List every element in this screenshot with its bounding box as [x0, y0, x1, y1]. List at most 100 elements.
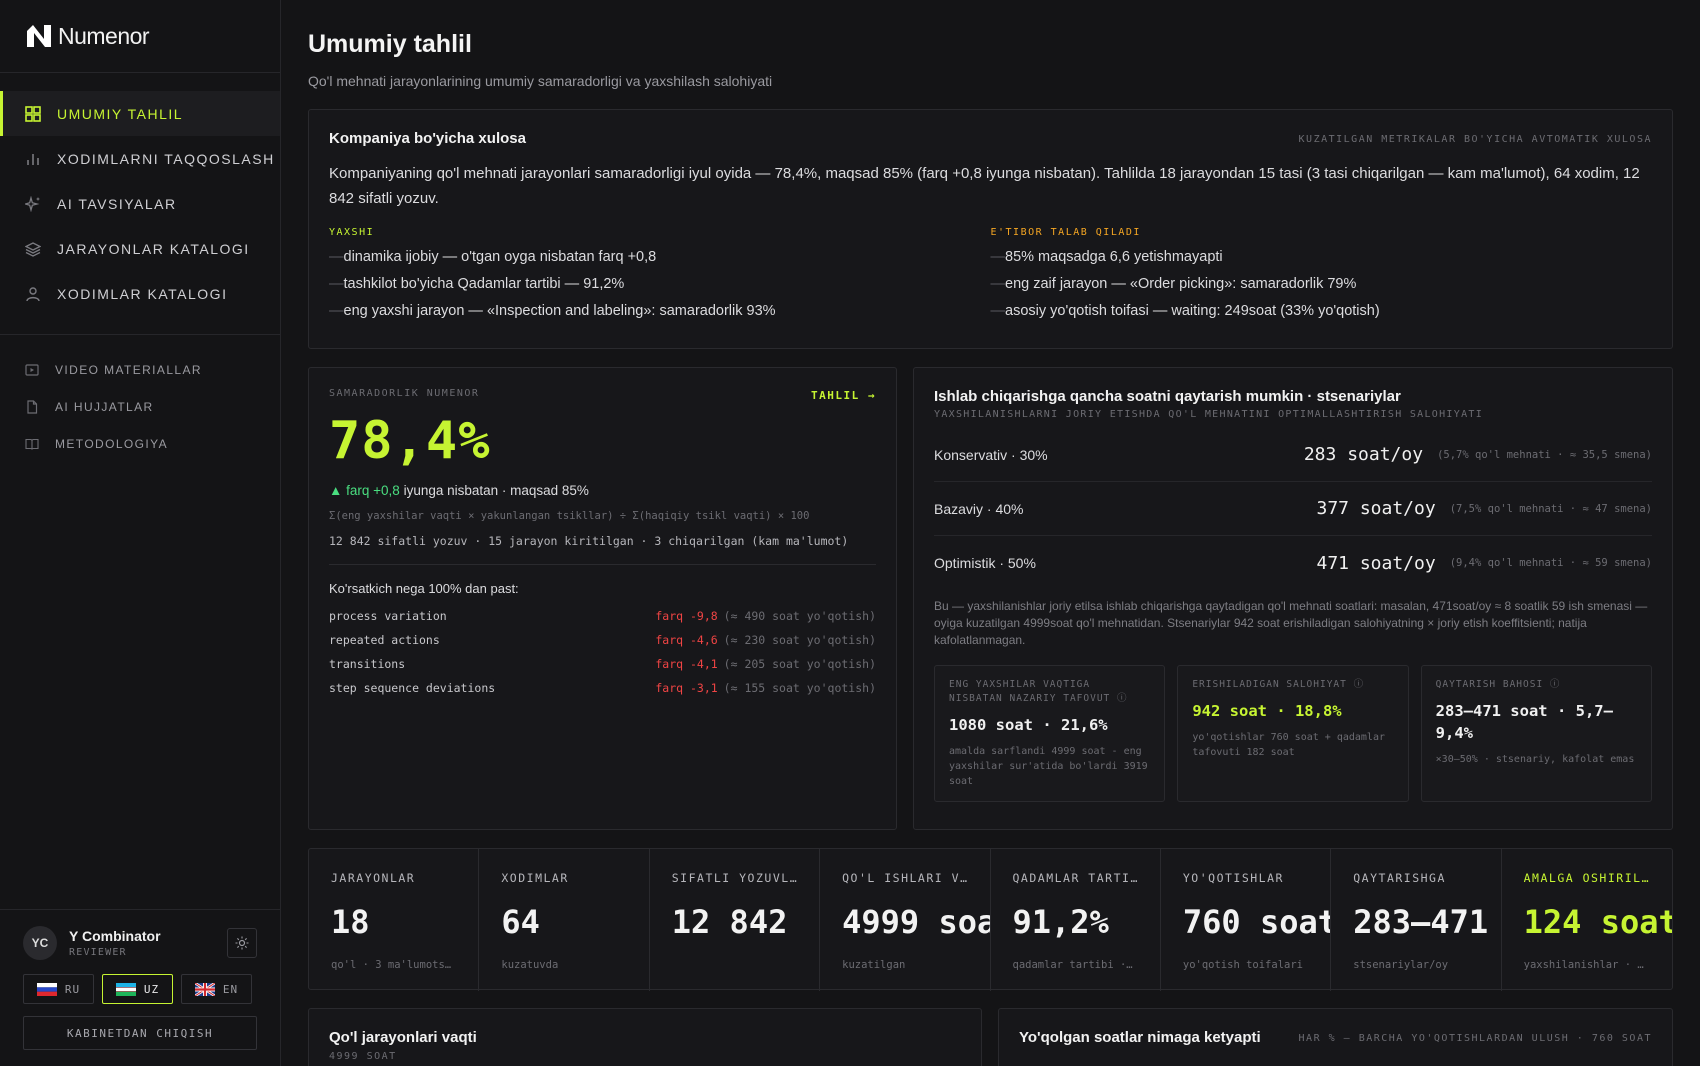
efficiency-meta: 12 842 sifatli yozuv · 15 jarayon kiriti… — [329, 534, 876, 565]
delta-text: iyunga nisbatan · maqsad 85% — [399, 483, 589, 498]
grid-icon — [25, 105, 41, 122]
scenarios-description: Bu — yaxshilanishlar joriy etilsa ishlab… — [934, 599, 1648, 647]
scenarios-card: Ishlab chiqarishga qancha soatni qaytari… — [913, 367, 1673, 830]
why-title: Ko'rsatkich nega 100% dan past: — [329, 581, 519, 596]
summary-columns: YAXSHI —dinamika ijobiy — o'tgan oyga ni… — [329, 227, 1652, 325]
loss-row: transitions farq -4,1 (≈ 205 soat yo'qot… — [329, 657, 876, 671]
good-item: —eng yaxshi jarayon — «Inspection and la… — [329, 303, 776, 319]
achievable-potential-card: ERISHILADIGAN SALOHIYAT ⓘ 942 soat · 18,… — [1177, 665, 1409, 802]
analysis-link[interactable]: TAHLIL → — [811, 389, 876, 402]
document-icon — [27, 399, 38, 414]
lost-hours-tag: HAR % — BARCHA YO'QOTISHLARDAN ULUSH · 7… — [1298, 1033, 1652, 1044]
language-switcher: RU UZ EN — [23, 974, 257, 1004]
nav-item-label: UMUMIY TAHLIL — [57, 105, 184, 122]
lang-label: RU — [64, 982, 81, 996]
sidebar-footer: YC Y Combinator REVIEWER RU UZ EN KABINE… — [0, 909, 280, 1066]
nav-item-metodologiya[interactable]: METODOLOGIYA — [0, 425, 280, 462]
nav-item-jarayonlar-katalogi[interactable]: JARAYONLAR KATALOGI — [0, 226, 280, 271]
secondary-nav: VIDEO MATERIALLAR AI HUJJATLAR METODOLOG… — [0, 335, 280, 462]
bottom-row: Qo'l jarayonlari vaqti 4999 SOAT Yo'qolg… — [308, 1008, 1673, 1066]
scenarios-title: Ishlab chiqarishga qancha soatni qaytari… — [934, 388, 1401, 405]
uk-flag-icon — [194, 982, 215, 996]
manual-process-time-card: Qo'l jarayonlari vaqti 4999 SOAT — [308, 1008, 982, 1066]
nav-item-label: AI TAVSIYALAR — [57, 195, 177, 212]
scenario-row: Optimistik · 50% 471 soat/oy (9,4% qo'l … — [934, 552, 1652, 574]
brand-name: Numenor — [58, 22, 150, 49]
scenario-row: Konservativ · 30% 283 soat/oy (5,7% qo'l… — [934, 428, 1652, 482]
nav-item-xodimlar-katalogi[interactable]: XODIMLAR KATALOGI — [0, 271, 280, 316]
uzbekistan-flag-icon — [115, 982, 136, 996]
nav-item-ai-hujjatlar[interactable]: AI HUJJATLAR — [0, 388, 280, 425]
nav-item-label: XODIMLARNI TAQQOSLASH — [57, 150, 275, 167]
user-role: REVIEWER — [69, 947, 127, 958]
user-name: Y Combinator — [69, 928, 161, 944]
nav-item-umumiy-tahlil[interactable]: UMUMIY TAHLIL — [0, 91, 280, 136]
kpi-losses[interactable]: YO'QOTISHLAR 760 soat yo'qotish toifalar… — [1161, 849, 1332, 991]
logout-button[interactable]: KABINETDAN CHIQISH — [23, 1016, 257, 1050]
middle-row: SAMARADORLIK NUMENOR TAHLIL → 78,4% ▲ fa… — [308, 367, 1673, 830]
video-icon — [25, 363, 39, 376]
lang-button-ru[interactable]: RU — [23, 974, 94, 1004]
user-icon — [26, 286, 40, 301]
loss-row: process variation farq -9,8 (≈ 490 soat … — [329, 609, 876, 623]
delta-up-icon: ▲ — [329, 483, 343, 498]
book-icon — [25, 438, 39, 450]
nav-item-label: AI HUJJATLAR — [55, 399, 154, 414]
good-column: YAXSHI —dinamika ijobiy — o'tgan oyga ni… — [329, 227, 991, 325]
efficiency-label: SAMARADORLIK NUMENOR — [329, 388, 480, 399]
nav-item-label: XODIMLAR KATALOGI — [57, 285, 228, 302]
good-heading: YAXSHI — [329, 227, 375, 238]
main-content: Umumiy tahlil Qo'l mehnati jarayonlarini… — [281, 0, 1700, 1066]
attention-item: —eng zaif jarayon — «Order picking»: sam… — [990, 276, 1357, 292]
efficiency-value: 78,4% — [329, 411, 491, 471]
attention-column: E'TIBOR TALAB QILADI —85% maqsadga 6,6 y… — [991, 227, 1653, 325]
kpi-return[interactable]: QAYTARISHGA 283–471 stsenariylar/oy — [1331, 849, 1502, 991]
kpi-implemented[interactable]: AMALGA OSHIRILG… 124 soat yaxshilanishla… — [1502, 849, 1672, 991]
nav-item-video-materiallar[interactable]: VIDEO MATERIALLAR — [0, 351, 280, 388]
logo[interactable]: Numenor — [0, 0, 280, 73]
nav-item-label: VIDEO MATERIALLAR — [55, 362, 202, 377]
kpi-processes[interactable]: JARAYONLAR 18 qo'l · 3 ma'lumotsiz — [309, 849, 480, 991]
kpi-quality-records[interactable]: SIFATLI YOZUVLAR 12 842 — [650, 849, 821, 991]
attention-item: —85% maqsadga 6,6 yetishmayapti — [990, 249, 1223, 265]
efficiency-formula: Σ(eng yaxshilar vaqti × yakunlangan tsik… — [329, 510, 810, 522]
bar-chart-icon — [27, 153, 39, 165]
lang-label: UZ — [143, 982, 160, 996]
scenario-metrics: ENG YAXSHILAR VAQTIGA NISBATAN NAZARIY T… — [934, 665, 1652, 802]
main-nav: UMUMIY TAHLIL XODIMLARNI TAQQOSLASH AI T… — [0, 73, 280, 335]
company-summary-card: Kompaniya bo'yicha xulosa KUZATILGAN MET… — [308, 109, 1673, 349]
good-item: —dinamika ijobiy — o'tgan oyga nisbatan … — [329, 249, 657, 265]
scenarios-subtitle: YAXSHILANISHLARNI JORIY ETISHDA QO'L MEH… — [934, 409, 1484, 420]
page-title: Umumiy tahlil — [308, 30, 472, 58]
layers-icon — [25, 241, 41, 257]
lost-hours-card: Yo'qolgan soatlar nimaga ketyapti HAR % … — [998, 1008, 1673, 1066]
sidebar: Numenor UMUMIY TAHLIL XODIMLARNI TAQQOSL… — [0, 0, 281, 1066]
scenario-row: Bazaviy · 40% 377 soat/oy (7,5% qo'l meh… — [934, 482, 1652, 536]
russia-flag-icon — [36, 982, 57, 996]
kpi-step-order[interactable]: QADAMLAR TARTIBI 91,2% qadamlar tartibi … — [991, 849, 1161, 991]
numenor-logo-icon — [27, 25, 51, 47]
kpi-strip: JARAYONLAR 18 qo'l · 3 ma'lumotsiz XODIM… — [308, 848, 1673, 991]
theme-toggle-button[interactable] — [227, 928, 257, 958]
nav-item-xodimlarni-taqqoslash[interactable]: XODIMLARNI TAQQOSLASH — [0, 136, 280, 181]
scenario-list: Konservativ · 30% 283 soat/oy (5,7% qo'l… — [934, 428, 1652, 590]
lang-button-uz[interactable]: UZ — [102, 974, 173, 1004]
nav-item-label: JARAYONLAR KATALOGI — [57, 240, 250, 257]
avatar: YC — [23, 926, 57, 960]
nav-item-ai-tavsiyalar[interactable]: AI TAVSIYALAR — [0, 181, 280, 226]
manual-time-title: Qo'l jarayonlari vaqti — [329, 1029, 477, 1046]
lang-label: EN — [222, 982, 239, 996]
efficiency-card: SAMARADORLIK NUMENOR TAHLIL → 78,4% ▲ fa… — [308, 367, 897, 830]
loss-row: repeated actions farq -4,6 (≈ 230 soat y… — [329, 633, 876, 647]
delta-value: farq +0,8 — [346, 483, 400, 498]
lang-button-en[interactable]: EN — [181, 974, 252, 1004]
app-root: Numenor UMUMIY TAHLIL XODIMLARNI TAQQOSL… — [0, 0, 1700, 1066]
sun-icon — [235, 936, 249, 950]
kpi-manual-time[interactable]: QO'L ISHLARI VA… 4999 soa kuzatilgan — [820, 849, 991, 991]
attention-heading: E'TIBOR TALAB QILADI — [990, 227, 1141, 238]
efficiency-delta: ▲ farq +0,8 iyunga nisbatan · maqsad 85% — [329, 483, 876, 498]
summary-text: Kompaniyaning qo'l mehnati jarayonlari s… — [329, 165, 1640, 207]
manual-time-subtitle: 4999 SOAT — [329, 1051, 397, 1062]
theoretical-gap-card: ENG YAXSHILAR VAQTIGA NISBATAN NAZARIY T… — [934, 665, 1166, 802]
kpi-employees[interactable]: XODIMLAR 64 kuzatuvda — [479, 849, 650, 991]
